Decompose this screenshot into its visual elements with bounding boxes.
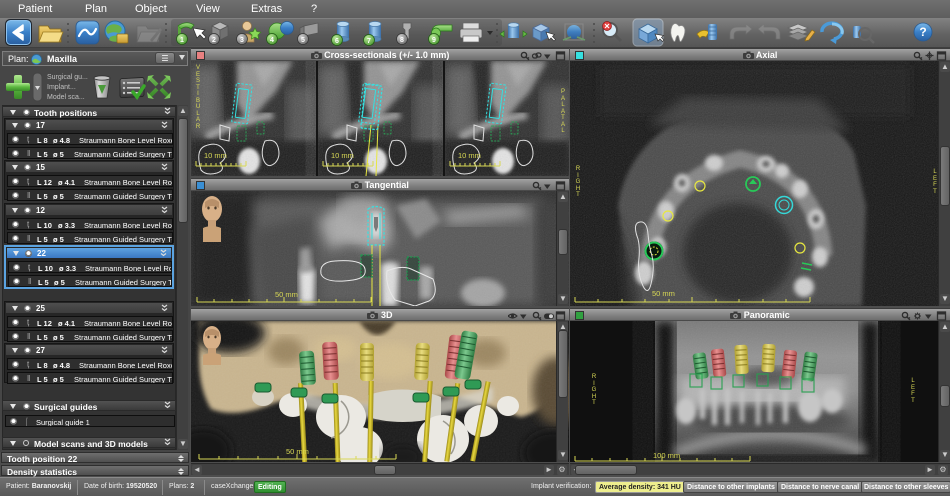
svg-text:4: 4: [270, 37, 274, 44]
svg-text:100 mm: 100 mm: [653, 451, 680, 460]
svg-text:5: 5: [301, 37, 305, 44]
svg-text:8: 8: [400, 37, 404, 44]
svg-text:Surgical gu...: Surgical gu...: [47, 74, 88, 81]
svg-text:7: 7: [367, 38, 371, 45]
svg-text:2: 2: [212, 37, 216, 44]
svg-text:?: ?: [919, 25, 926, 39]
svg-text:Implant...: Implant...: [47, 84, 76, 91]
svg-text:3: 3: [240, 37, 244, 44]
svg-text:9: 9: [432, 37, 436, 44]
svg-text:50 mm: 50 mm: [275, 290, 298, 299]
svg-text:50 mm: 50 mm: [652, 289, 675, 298]
svg-text:Model sca...: Model sca...: [47, 94, 85, 101]
svg-text:6: 6: [335, 38, 339, 45]
svg-text:1: 1: [180, 37, 184, 44]
